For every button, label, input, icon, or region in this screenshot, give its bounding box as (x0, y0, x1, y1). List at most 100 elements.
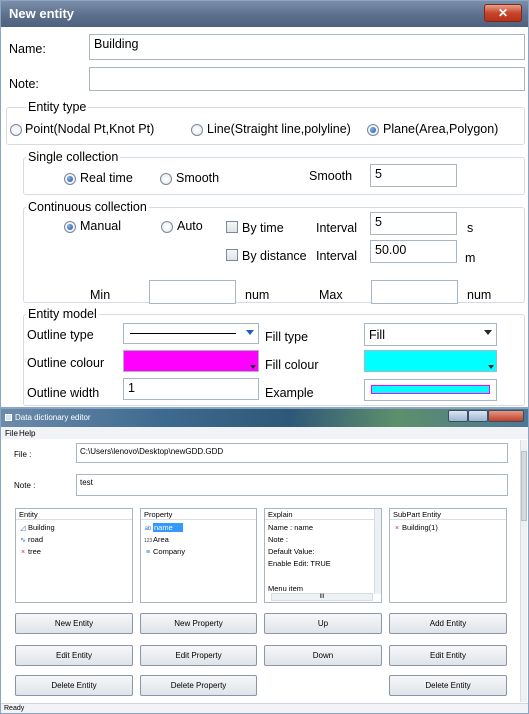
status-bar: Ready (1, 703, 528, 713)
explain-header: Explain (265, 509, 381, 520)
name-input[interactable]: Building (89, 34, 525, 60)
explain-line: Default Value: (268, 547, 315, 556)
fill-type-value: Fill (369, 328, 385, 342)
explain-horizontal-scrollbar[interactable]: III (271, 593, 373, 601)
scrollbar-thumb[interactable] (521, 451, 527, 521)
note-input[interactable] (89, 67, 525, 91)
point-icon: × (20, 549, 26, 556)
seconds-unit: s (467, 221, 474, 235)
fill-colour-label: Fill colour (265, 358, 319, 372)
point-radio[interactable] (10, 124, 22, 136)
property-list[interactable]: Property ab name 123Area ≡ Company (140, 508, 257, 603)
point-icon: × (394, 525, 400, 532)
fill-type-select[interactable]: Fill (364, 323, 497, 346)
single-collection-title: Single collection (26, 150, 121, 164)
edit-property-button[interactable]: Edit Property (140, 645, 257, 666)
chevron-down-icon (246, 330, 254, 335)
chevron-down-icon (488, 365, 494, 369)
outline-width-input[interactable]: 1 (123, 378, 259, 400)
up-button[interactable]: Up (264, 613, 382, 634)
example-swatch (371, 385, 490, 394)
fill-colour-picker[interactable] (364, 350, 497, 372)
status-text: Ready (4, 705, 25, 712)
subpart-item[interactable]: × Building(1) (393, 523, 438, 532)
min-unit: num (245, 288, 270, 302)
plane-radio[interactable] (367, 124, 379, 136)
by-distance-label: By distance (242, 249, 307, 263)
file-label: File : (14, 450, 32, 459)
example-preview (364, 379, 497, 401)
entity-list[interactable]: Entity ◿ Building ∿ road × tree (15, 508, 133, 603)
explain-panel: Explain Name : name Note : Default Value… (264, 508, 382, 603)
data-dictionary-editor-window: Data dictionary editor File Help File : … (0, 408, 529, 714)
close-button[interactable]: ✕ (484, 4, 522, 22)
new-entity-button[interactable]: New Entity (15, 613, 133, 634)
entity-model-title: Entity model (26, 307, 99, 321)
real-time-label: Real time (80, 171, 133, 185)
menu-bar: File Help (1, 427, 528, 439)
maximize-button[interactable] (468, 410, 488, 422)
minimize-button[interactable] (448, 410, 468, 422)
dialog-title: New entity (9, 6, 75, 21)
subpart-entity-list[interactable]: SubPart Entity × Building(1) (389, 508, 507, 603)
edit-entity-button[interactable]: Edit Entity (15, 645, 133, 666)
property-list-header: Property (141, 509, 256, 520)
by-distance-checkbox[interactable] (226, 249, 238, 261)
name-label: Name: (9, 42, 46, 56)
real-time-radio[interactable] (64, 173, 76, 185)
edit-subpart-entity-button[interactable]: Edit Entity (389, 645, 507, 666)
note-label: Note : (14, 481, 36, 490)
window-vertical-scrollbar[interactable] (520, 440, 527, 702)
min-label: Min (90, 288, 111, 302)
entity-item-road[interactable]: ∿ road (19, 535, 43, 544)
line-radio[interactable] (191, 124, 203, 136)
editor-title: Data dictionary editor (15, 413, 91, 422)
interval-distance-label: Interval (316, 249, 357, 263)
delete-entity-button[interactable]: Delete Entity (15, 675, 133, 696)
explain-line: Note : (268, 535, 289, 544)
entity-item-building[interactable]: ◿ Building (19, 523, 54, 532)
solid-line-swatch (130, 333, 236, 334)
down-button[interactable]: Down (264, 645, 382, 666)
menu-file[interactable]: File (5, 429, 18, 438)
new-property-button[interactable]: New Property (140, 613, 257, 634)
polygon-icon: ◿ (20, 525, 26, 532)
menu-help[interactable]: Help (19, 429, 35, 438)
entity-list-header: Entity (16, 509, 132, 520)
add-entity-button[interactable]: Add Entity (389, 613, 507, 634)
smooth-option-label: Smooth (176, 171, 220, 185)
file-path-field[interactable]: C:\Users\lenovo\Desktop\newGDD.GDD (76, 443, 508, 463)
explain-line: Menu item (268, 584, 304, 593)
outline-type-select[interactable] (123, 323, 259, 344)
delete-subpart-entity-button[interactable]: Delete Entity (389, 675, 507, 696)
property-item-company[interactable]: ≡ Company (144, 547, 185, 556)
fill-type-label: Fill type (265, 330, 309, 344)
note-field[interactable]: test (76, 474, 508, 496)
plane-option-label: Plane(Area,Polygon) (383, 122, 499, 136)
property-item-name[interactable]: ab name (144, 523, 183, 532)
app-icon (5, 414, 12, 421)
text-field-icon: ab (144, 526, 152, 532)
delete-property-button[interactable]: Delete Property (140, 675, 257, 696)
property-item-area[interactable]: 123Area (144, 535, 169, 544)
explain-line: Name : name (268, 523, 314, 532)
manual-radio[interactable] (64, 221, 76, 233)
outline-colour-picker[interactable] (123, 350, 259, 372)
min-input[interactable] (149, 280, 236, 304)
by-time-label: By time (242, 221, 284, 235)
chevron-down-icon (250, 365, 256, 369)
interval-time-input[interactable]: 5 (370, 212, 457, 235)
window-close-button[interactable] (488, 410, 524, 422)
line-icon: ∿ (20, 537, 26, 544)
interval-distance-input[interactable]: 50.00 (370, 240, 457, 263)
entity-item-tree[interactable]: × tree (19, 547, 41, 556)
max-input[interactable] (371, 280, 458, 304)
explain-vertical-scrollbar[interactable] (374, 509, 381, 594)
smooth-input[interactable]: 5 (370, 164, 457, 187)
smooth-radio[interactable] (160, 173, 172, 185)
explain-line: Enable Edit: TRUE (268, 559, 331, 568)
by-time-checkbox[interactable] (226, 221, 238, 233)
continuous-collection-title: Continuous collection (26, 200, 149, 214)
editor-titlebar: Data dictionary editor (1, 409, 528, 427)
auto-radio[interactable] (161, 221, 173, 233)
